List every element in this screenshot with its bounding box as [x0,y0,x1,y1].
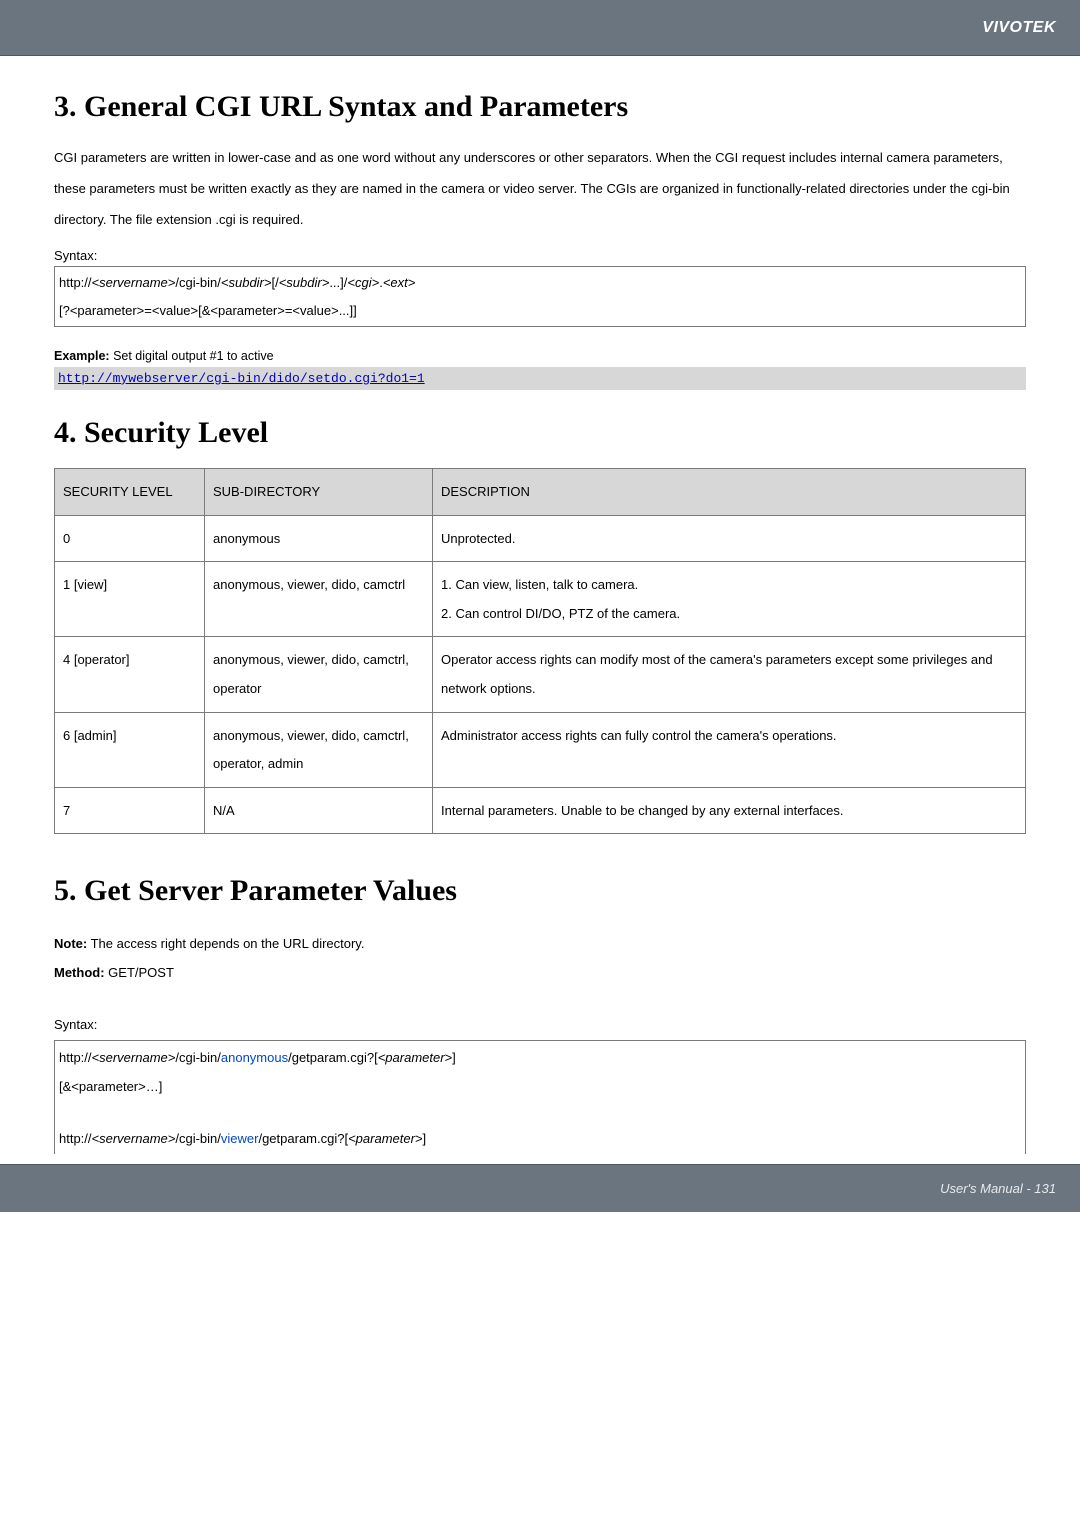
page-number: User's Manual - 131 [940,1181,1056,1196]
table-cell: anonymous, viewer, dido, camctrl, operat… [205,712,433,787]
table-header: DESCRIPTION [433,468,1026,515]
syntax-placeholder: <subdir> [221,275,272,290]
table-cell: 7 [55,787,205,834]
syntax-text: /getparam.cgi?[ [258,1131,348,1146]
table-cell: 1. Can view, listen, talk to camera. 2. … [433,562,1026,637]
syntax-spacer [59,1101,1021,1125]
syntax-text: [/ [271,275,278,290]
syntax-security-dir: viewer [221,1131,259,1146]
syntax-placeholder: <subdir> [279,275,330,290]
syntax-text: /cgi-bin/ [175,1050,221,1065]
table-cell: anonymous, viewer, dido, camctrl [205,562,433,637]
table-cell: 1 [view] [55,562,205,637]
table-cell: anonymous [205,515,433,562]
example-label: Example: [54,349,110,363]
table-cell: Operator access rights can modify most o… [433,637,1026,712]
table-header: SECURITY LEVEL [55,468,205,515]
syntax2-line-2: [&<parameter>…] [59,1073,1021,1102]
table-cell: anonymous, viewer, dido, camctrl, operat… [205,637,433,712]
syntax-placeholder: <parameter> [348,1131,422,1146]
table-header-row: SECURITY LEVEL SUB-DIRECTORY DESCRIPTION [55,468,1026,515]
syntax-text: /getparam.cgi?[ [288,1050,378,1065]
table-cell: Unprotected. [433,515,1026,562]
syntax-text: ] [452,1050,456,1065]
table-cell: 6 [admin] [55,712,205,787]
method-line: Method: GET/POST [54,959,1026,988]
table-cell: 4 [operator] [55,637,205,712]
syntax-text: ...]/ [329,275,347,290]
syntax-placeholder: <ext> [383,275,416,290]
table-row: 1 [view] anonymous, viewer, dido, camctr… [55,562,1026,637]
syntax-label-2: Syntax: [54,1015,1026,1036]
syntax-placeholder: <parameter> [378,1050,452,1065]
syntax2-line-1: http://<servername>/cgi-bin/anonymous/ge… [59,1044,1021,1073]
syntax-box-2: http://<servername>/cgi-bin/anonymous/ge… [54,1040,1026,1154]
brand-label: VIVOTEK [982,19,1056,37]
example-link-box: http://mywebserver/cgi-bin/dido/setdo.cg… [54,367,1026,390]
syntax-placeholder: <servername> [92,1050,176,1065]
table-row: 4 [operator] anonymous, viewer, dido, ca… [55,637,1026,712]
table-cell: Internal parameters. Unable to be change… [433,787,1026,834]
note-line: Note: The access right depends on the UR… [54,930,1026,959]
example-line: Example: Set digital output #1 to active [54,349,1026,363]
syntax-text: /cgi-bin/ [175,275,221,290]
table-row: 7 N/A Internal parameters. Unable to be … [55,787,1026,834]
section-4-title: 4. Security Level [54,416,1026,450]
example-text: Set digital output #1 to active [110,349,274,363]
syntax-placeholder: <servername> [92,275,176,290]
table-header: SUB-DIRECTORY [205,468,433,515]
section-3-title: 3. General CGI URL Syntax and Parameters [54,90,1026,124]
table-row: 0 anonymous Unprotected. [55,515,1026,562]
syntax-text: /cgi-bin/ [175,1131,221,1146]
method-label: Method: [54,965,105,980]
header-bar: VIVOTEK [0,0,1080,56]
note-block: Note: The access right depends on the UR… [54,930,1026,987]
syntax-placeholder: <cgi> [347,275,379,290]
syntax2-line-3: http://<servername>/cgi-bin/viewer/getpa… [59,1125,1021,1154]
syntax-text: http:// [59,1131,92,1146]
syntax-label: Syntax: [54,246,1026,267]
syntax-placeholder: <servername> [92,1131,176,1146]
syntax-line-2: [?<parameter>=<value>[&<parameter>=<valu… [59,297,1021,324]
syntax-security-dir: anonymous [221,1050,288,1065]
syntax-text: ] [423,1131,427,1146]
table-cell: N/A [205,787,433,834]
syntax-line-1: http://<servername>/cgi-bin/<subdir>[/<s… [59,269,1021,296]
note-label: Note: [54,936,87,951]
syntax-box: http://<servername>/cgi-bin/<subdir>[/<s… [54,266,1026,327]
example-url-link[interactable]: http://mywebserver/cgi-bin/dido/setdo.cg… [58,371,425,386]
page-content: 3. General CGI URL Syntax and Parameters… [0,56,1080,1164]
security-level-table: SECURITY LEVEL SUB-DIRECTORY DESCRIPTION… [54,468,1026,834]
section-3-paragraph: CGI parameters are written in lower-case… [54,142,1026,236]
footer-bar: User's Manual - 131 [0,1164,1080,1212]
method-text: GET/POST [105,965,174,980]
syntax-text: http:// [59,1050,92,1065]
syntax-text: http:// [59,275,92,290]
note-text: The access right depends on the URL dire… [87,936,364,951]
section-5-title: 5. Get Server Parameter Values [54,874,1026,908]
table-row: 6 [admin] anonymous, viewer, dido, camct… [55,712,1026,787]
table-cell: 0 [55,515,205,562]
table-cell: Administrator access rights can fully co… [433,712,1026,787]
